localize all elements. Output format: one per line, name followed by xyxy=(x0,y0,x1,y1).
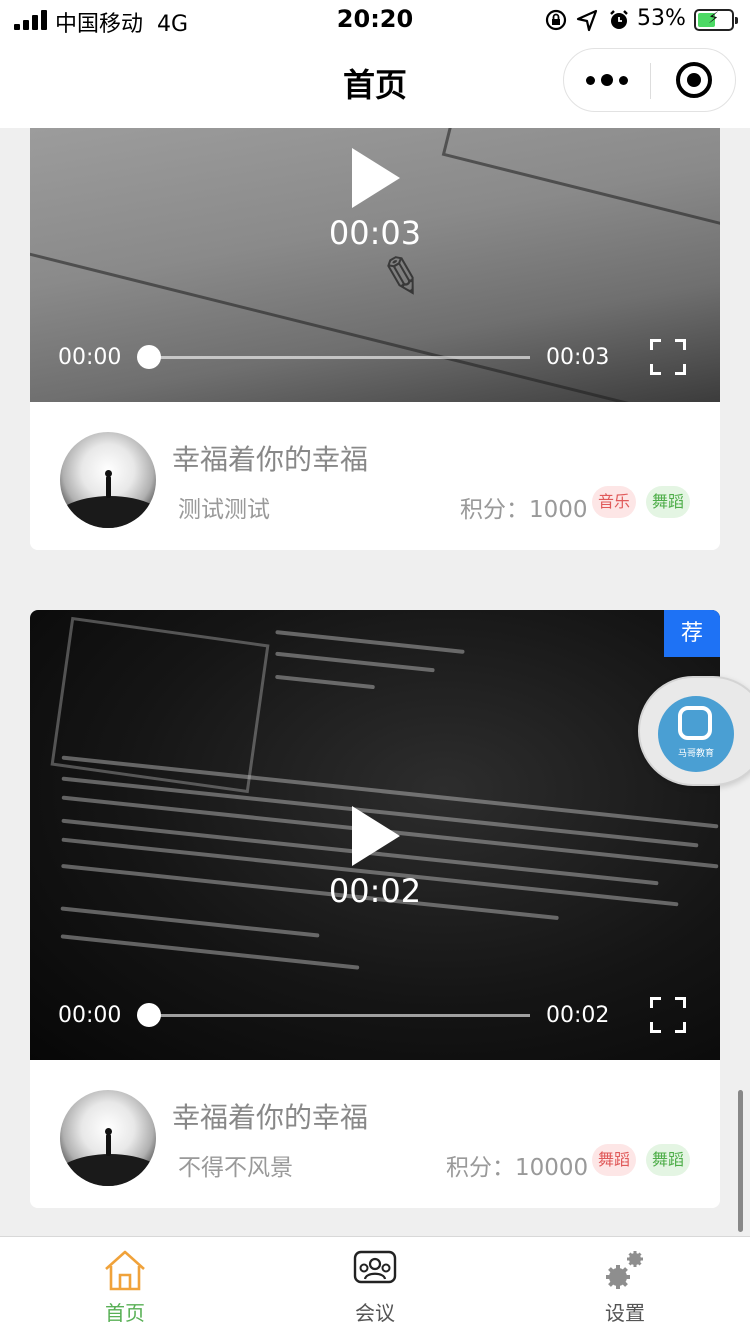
post-card: 00:02 00:00 00:02 荐 幸福着你的幸福 不得不风景 积分：100… xyxy=(30,610,720,1208)
progress-thumb[interactable] xyxy=(137,345,161,369)
score-label: 积分：1000 xyxy=(460,497,588,523)
navigation-bar: 首页 xyxy=(0,40,750,128)
more-dots-icon[interactable] xyxy=(564,49,650,111)
tag-badge: 音乐 xyxy=(592,486,636,518)
video-player[interactable]: 00:02 00:00 00:02 荐 xyxy=(30,610,720,1060)
lock-rotation-icon xyxy=(545,9,567,31)
alarm-icon xyxy=(610,10,628,29)
total-time: 00:02 xyxy=(546,1003,610,1028)
tag-badge: 舞蹈 xyxy=(646,486,690,518)
tab-bar: 首页 会议 设置 xyxy=(0,1236,750,1334)
tag-badge: 舞蹈 xyxy=(592,1144,636,1176)
location-arrow-icon xyxy=(576,9,598,32)
meeting-people-icon xyxy=(353,1250,397,1284)
capsule-divider xyxy=(650,63,651,99)
tab-label: 设置 xyxy=(605,1301,645,1325)
mini-program-capsule xyxy=(563,48,736,112)
avatar[interactable] xyxy=(60,432,156,528)
tab-settings[interactable]: 设置 xyxy=(500,1237,750,1334)
status-icons xyxy=(545,9,628,32)
post-description: 测试测试 xyxy=(178,497,270,523)
current-time: 00:00 xyxy=(58,345,122,370)
post-info[interactable]: 幸福着你的幸福 不得不风景 积分：10000 舞蹈 舞蹈 xyxy=(30,1060,720,1208)
post-card: ✎ 00:03 00:00 00:03 幸福着你的幸福 测试测试 积分：1000… xyxy=(30,128,720,550)
tab-label: 会议 xyxy=(355,1301,395,1325)
score-label: 积分：10000 xyxy=(446,1155,589,1181)
recommended-badge: 荐 xyxy=(664,610,720,657)
status-bar: 中国移动 4G 20:20 53% ⚡ xyxy=(0,0,750,40)
play-icon[interactable] xyxy=(352,806,400,866)
video-duration: 00:02 xyxy=(328,872,422,910)
fullscreen-icon[interactable] xyxy=(650,997,686,1033)
battery-charging-icon: ⚡ xyxy=(694,8,738,31)
fullscreen-icon[interactable] xyxy=(650,339,686,375)
battery-percent: 53% xyxy=(637,6,686,31)
home-icon xyxy=(105,1250,145,1291)
post-title: 幸福着你的幸福 xyxy=(172,1101,369,1134)
progress-bar[interactable] xyxy=(137,345,530,369)
tab-label: 首页 xyxy=(105,1301,145,1325)
avatar[interactable] xyxy=(60,1090,156,1186)
floating-logo-button[interactable]: 马哥教育 xyxy=(638,676,750,786)
tab-meeting[interactable]: 会议 xyxy=(250,1237,500,1334)
scrollbar[interactable] xyxy=(738,1090,743,1232)
play-icon[interactable] xyxy=(352,148,400,208)
post-info[interactable]: 幸福着你的幸福 测试测试 积分：1000 音乐 舞蹈 xyxy=(30,402,720,550)
progress-thumb[interactable] xyxy=(137,1003,161,1027)
magedu-logo-icon: 马哥教育 xyxy=(658,696,734,772)
target-close-icon[interactable] xyxy=(676,62,712,98)
post-title: 幸福着你的幸福 xyxy=(172,443,369,476)
tab-home[interactable]: 首页 xyxy=(0,1237,250,1334)
video-player[interactable]: ✎ 00:03 00:00 00:03 xyxy=(30,128,720,402)
tag-badge: 舞蹈 xyxy=(646,1144,690,1176)
current-time: 00:00 xyxy=(58,1003,122,1028)
settings-gears-icon xyxy=(606,1251,643,1289)
progress-bar[interactable] xyxy=(137,1003,530,1027)
video-frame-handwriting: ✎ xyxy=(372,243,431,313)
video-duration: 00:03 xyxy=(328,214,422,252)
post-description: 不得不风景 xyxy=(178,1155,293,1181)
logo-name: 马哥教育 xyxy=(677,749,714,759)
total-time: 00:03 xyxy=(546,345,610,370)
